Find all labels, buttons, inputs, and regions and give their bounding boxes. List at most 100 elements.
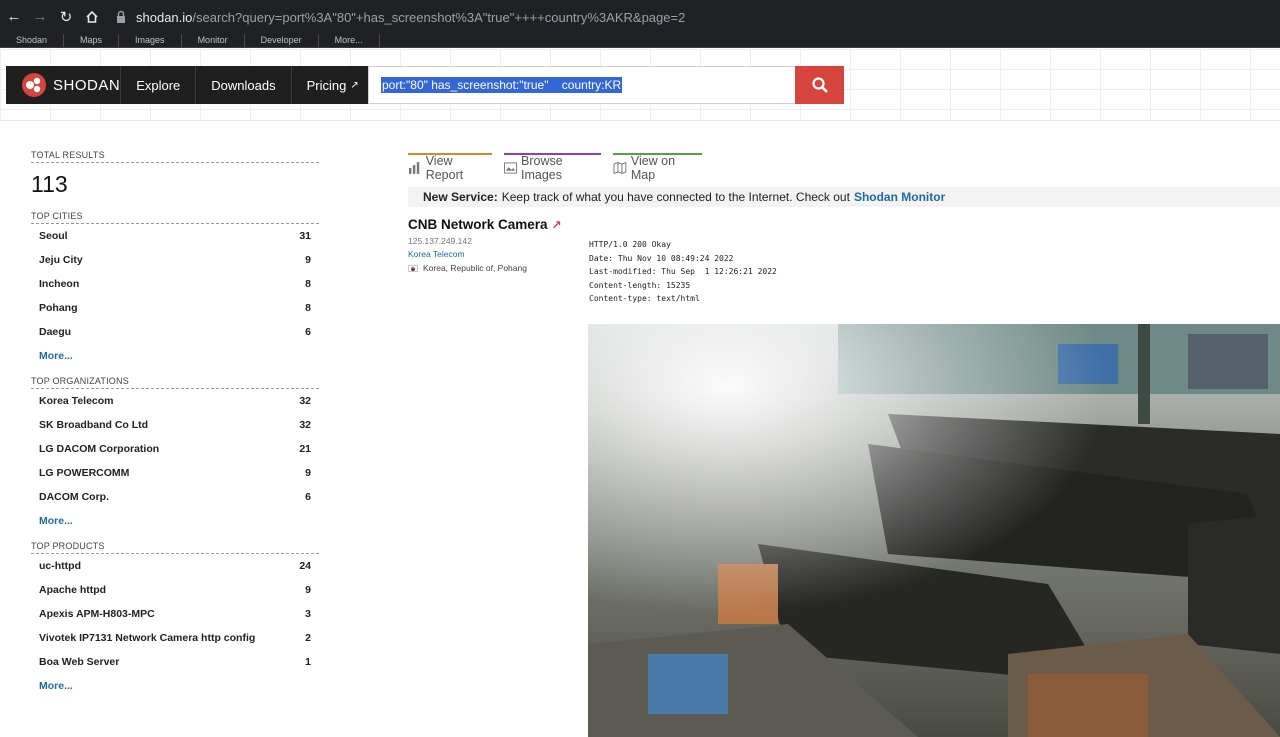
bookmark-shodan[interactable]: Shodan (0, 33, 65, 47)
facet-name: DACOM Corp. (39, 491, 109, 503)
facet-count: 8 (305, 302, 311, 314)
total-results-title: Total Results (31, 150, 319, 163)
search-input[interactable]: port:"80" has_screenshot:"true" country:… (368, 66, 796, 104)
external-link-icon: ↗ (350, 79, 359, 91)
facet-org[interactable]: LG POWERCOMM 9 (31, 461, 319, 485)
top-products-title: Top Products (31, 541, 319, 554)
tab-browse-images[interactable]: Browse Images (504, 153, 601, 182)
top-orgs-section: Top Organizations Korea Telecom 32 SK Bro… (31, 376, 319, 533)
facet-count: 32 (299, 395, 311, 407)
bookmark-maps[interactable]: Maps (64, 33, 120, 47)
facet-count: 24 (299, 560, 311, 572)
facet-city[interactable]: Daegu 6 (31, 320, 319, 344)
facet-name: Vivotek IP7131 Network Camera http confi… (39, 632, 256, 644)
external-link-icon[interactable]: ↗ (552, 218, 562, 232)
top-orgs-title: Top Organizations (31, 376, 319, 389)
url-path: /search?query=port%3A"80"+has_screenshot… (192, 9, 686, 25)
facet-product[interactable]: Apexis APM-H803-MPC 3 (31, 602, 319, 626)
top-products-section: Top Products uc-httpd 24 Apache httpd 9 Ap… (31, 541, 319, 698)
facet-name: uc-httpd (39, 560, 81, 572)
shodan-logo-icon (22, 73, 46, 97)
result-location-text: Korea, Republic of, Pohang (423, 263, 527, 273)
bookmark-more[interactable]: More... (319, 33, 380, 47)
facet-product[interactable]: uc-httpd 24 (31, 554, 319, 578)
facet-org[interactable]: LG DACOM Corporation 21 (31, 437, 319, 461)
tab-view-on-map[interactable]: View on Map (613, 153, 702, 182)
total-results-section: Total Results 113 (31, 150, 319, 203)
bookmark-developer[interactable]: Developer (245, 33, 319, 47)
facet-city[interactable]: Pohang 8 (31, 296, 319, 320)
image-icon (504, 161, 517, 174)
tab-view-report-label: View Report (425, 153, 464, 182)
main-navbar: Shodan Explore Downloads Pricing ↗ (6, 66, 368, 104)
bar-chart-icon (408, 161, 420, 174)
facet-org[interactable]: SK Broadband Co Ltd 32 (31, 413, 319, 437)
bookmark-images[interactable]: Images (119, 33, 182, 47)
facets-sidebar: Total Results 113 Top Cities Seoul 31 Jej… (31, 150, 319, 706)
camera-screenshot-image (588, 324, 1280, 737)
brand[interactable]: Shodan (6, 66, 122, 104)
facet-product[interactable]: Boa Web Server 1 (31, 650, 319, 674)
facet-name: Incheon (39, 278, 80, 290)
nav-pricing[interactable]: Pricing ↗ (292, 66, 374, 104)
home-icon[interactable] (80, 5, 104, 29)
reload-icon[interactable]: ↻ (54, 5, 78, 29)
facet-org[interactable]: DACOM Corp. 6 (31, 485, 319, 509)
facet-count: 1 (305, 656, 311, 668)
browser-toolbar: ← → ↻ shodan.io /search?query=port%3A"80… (0, 0, 1280, 33)
facet-count: 21 (299, 443, 311, 455)
address-bar[interactable]: shodan.io /search?query=port%3A"80"+has_… (106, 4, 1276, 30)
bookmark-monitor[interactable]: Monitor (182, 33, 245, 47)
more-products-link[interactable]: More... (31, 674, 319, 698)
camera-screenshot[interactable] (588, 324, 1280, 737)
facet-name: Apexis APM-H803-MPC (39, 608, 155, 620)
more-cities-link[interactable]: More... (31, 344, 319, 368)
map-icon (613, 161, 627, 174)
facet-name: Korea Telecom (39, 395, 114, 407)
nav-pricing-label: Pricing (306, 77, 347, 93)
facet-city[interactable]: Jeju City 9 (31, 248, 319, 272)
brand-name: Shodan (53, 76, 121, 94)
tab-view-on-map-label: View on Map (630, 153, 676, 182)
facet-name: LG POWERCOMM (39, 467, 130, 479)
total-results-count: 113 (31, 171, 68, 197)
facet-city[interactable]: Seoul 31 (31, 224, 319, 248)
facet-city[interactable]: Incheon 8 (31, 272, 319, 296)
facet-count: 9 (305, 467, 311, 479)
facet-name: Apache httpd (39, 584, 107, 596)
shodan-monitor-link[interactable]: Shodan Monitor (854, 190, 945, 204)
tab-browse-images-label: Browse Images (521, 153, 563, 182)
facet-count: 9 (305, 584, 311, 596)
more-orgs-link[interactable]: More... (31, 509, 319, 533)
facet-count: 32 (299, 419, 311, 431)
facet-product[interactable]: Apache httpd 9 (31, 578, 319, 602)
nav-downloads[interactable]: Downloads (196, 66, 292, 104)
facet-count: 31 (299, 230, 311, 242)
facet-count: 8 (305, 278, 311, 290)
result-org-link[interactable]: Korea Telecom (408, 249, 465, 259)
facet-name: Daegu (39, 326, 72, 338)
facet-count: 2 (305, 632, 311, 644)
search-icon (811, 77, 828, 93)
search-button[interactable] (795, 66, 844, 104)
top-cities-section: Top Cities Seoul 31 Jeju City 9 Incheon 8 P… (31, 211, 319, 368)
result-tabs: View Report Browse Images View on Map (408, 153, 702, 182)
http-banner: HTTP/1.0 200 Okay Date: Thu Nov 10 08:49… (589, 240, 777, 304)
facet-name: Jeju City (39, 254, 83, 266)
result-title[interactable]: CNB Network Camera ↗ (408, 217, 562, 232)
korea-flag-icon (408, 264, 418, 272)
forward-icon[interactable]: → (28, 5, 52, 29)
facet-name: LG DACOM Corporation (39, 443, 160, 455)
facet-org[interactable]: Korea Telecom 32 (31, 389, 319, 413)
notice-label: New Service: (423, 190, 498, 204)
notice-text: Keep track of what you have connected to… (501, 190, 850, 204)
facet-product[interactable]: Vivotek IP7131 Network Camera http confi… (31, 626, 319, 650)
facet-count: 3 (305, 608, 311, 620)
facet-name: SK Broadband Co Ltd (39, 419, 149, 431)
url-host: shodan.io (136, 9, 193, 25)
nav-explore[interactable]: Explore (121, 66, 197, 104)
result-location: Korea, Republic of, Pohang (408, 263, 527, 273)
tab-view-report[interactable]: View Report (408, 153, 492, 182)
back-icon[interactable]: ← (2, 5, 26, 29)
facet-count: 6 (305, 326, 311, 338)
